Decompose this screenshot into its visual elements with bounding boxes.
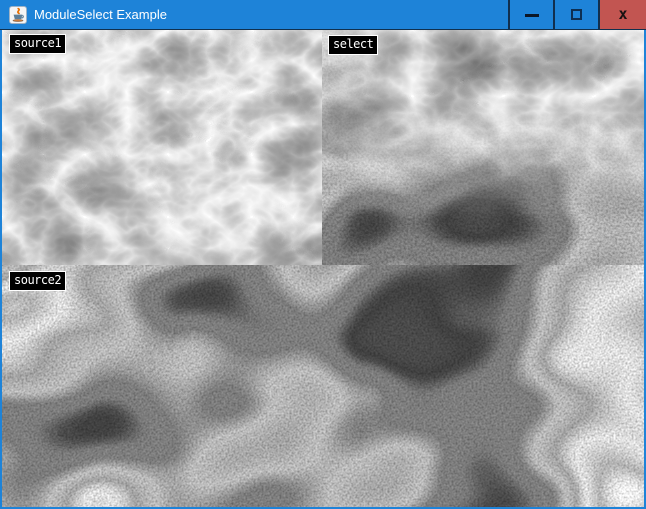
label-source2: source2 <box>9 271 66 291</box>
app-window: ModuleSelect Example x source1 <box>0 0 646 509</box>
maximize-icon <box>571 9 582 20</box>
window-title: ModuleSelect Example <box>34 0 508 29</box>
window-controls: x <box>508 0 646 29</box>
source2-noise-image <box>2 265 644 507</box>
label-source1: source1 <box>9 34 66 54</box>
java-coffee-cup-icon <box>9 6 27 24</box>
maximize-button[interactable] <box>553 0 598 29</box>
close-button[interactable]: x <box>598 0 646 29</box>
source1-noise-image <box>2 30 322 265</box>
panel-source1: source1 <box>2 30 322 265</box>
panel-select: select <box>322 30 644 265</box>
noise-render-canvas: source1 select source2 <box>2 30 644 507</box>
minimize-button[interactable] <box>508 0 553 29</box>
minimize-icon <box>525 14 539 17</box>
titlebar[interactable]: ModuleSelect Example x <box>0 0 646 30</box>
close-icon: x <box>618 7 627 22</box>
panel-source2: source2 <box>2 265 644 507</box>
select-noise-image-blend <box>322 30 644 265</box>
label-select: select <box>328 35 378 55</box>
